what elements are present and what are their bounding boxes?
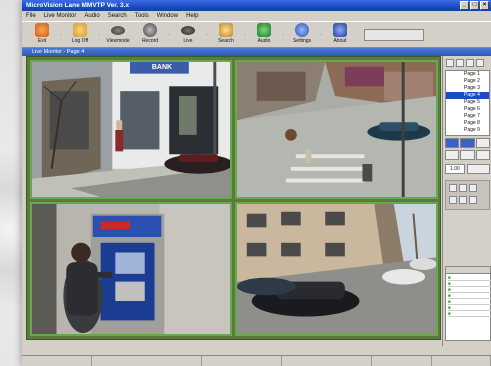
menu-window[interactable]: Window	[157, 11, 178, 21]
camera-view-3[interactable]	[30, 202, 232, 336]
user-icon	[73, 23, 87, 37]
camera-select-button[interactable]	[445, 150, 460, 160]
event-list-header	[446, 267, 490, 274]
ptz-left-button[interactable]	[449, 196, 457, 204]
ptz-right-button[interactable]	[469, 196, 477, 204]
exit-button[interactable]: Exit	[26, 22, 58, 47]
status-cell	[432, 356, 491, 366]
menu-bar: File Live Monitor Audio Search Tools Win…	[22, 11, 491, 21]
minimize-button[interactable]: _	[460, 1, 469, 10]
menu-audio[interactable]: Audio	[84, 11, 99, 21]
camera-select-button[interactable]	[460, 138, 475, 148]
camera-label: BANK	[151, 64, 173, 71]
page-item[interactable]: Page 3	[446, 85, 489, 92]
settings-label: Settings	[292, 38, 312, 44]
menu-help[interactable]: Help	[186, 11, 198, 21]
status-cell	[22, 356, 92, 366]
power-icon	[35, 23, 49, 37]
page-item[interactable]: Page 5	[446, 99, 489, 106]
event-list[interactable]: ■ ■ ■ ■ ■ ■ ■	[445, 266, 491, 341]
application-window: MicroVision Lane MMVTP Ver. 3.x _ □ × Fi…	[22, 0, 491, 366]
camera-view-1[interactable]: BANK	[30, 60, 232, 199]
record-button[interactable]: Record	[134, 22, 166, 47]
maximize-button[interactable]: □	[470, 1, 479, 10]
page-item[interactable]: Page 9	[446, 127, 489, 134]
logoff-button[interactable]: Log Off	[64, 22, 96, 47]
audio-button[interactable]: Audio	[248, 22, 280, 47]
search-label: Search	[218, 38, 234, 44]
ptz-control-panel	[445, 180, 490, 210]
search-button[interactable]: Search	[210, 22, 242, 47]
audio-label: Audio	[257, 38, 271, 44]
camera-3-image	[32, 204, 230, 334]
live-label: Live	[183, 38, 193, 44]
title-bar: MicroVision Lane MMVTP Ver. 3.x _ □ ×	[22, 0, 491, 11]
layout-1x1-button[interactable]	[446, 59, 454, 67]
info-icon	[333, 23, 347, 37]
record-label: Record	[141, 38, 159, 44]
status-bar	[22, 355, 491, 366]
camera-select-button[interactable]	[475, 138, 490, 148]
window-title: MicroVision Lane MMVTP Ver. 3.x	[26, 2, 130, 9]
layout-2x2-button[interactable]	[456, 59, 464, 67]
exit-label: Exit	[37, 38, 47, 44]
camera-select-button[interactable]	[460, 150, 475, 160]
ptz-home-button[interactable]	[459, 196, 467, 204]
about-button[interactable]: About	[324, 22, 356, 47]
page-item[interactable]: Page 2	[446, 78, 489, 85]
camera-select[interactable]	[364, 28, 424, 41]
record-icon	[143, 23, 157, 37]
menu-file[interactable]: File	[26, 11, 36, 21]
menu-tools[interactable]: Tools	[135, 11, 149, 21]
audio-icon	[257, 23, 271, 37]
camera-view-4[interactable]	[235, 202, 438, 336]
live-button[interactable]: Live	[172, 22, 204, 47]
camera-select-button[interactable]	[475, 150, 490, 160]
settings-button[interactable]: Settings	[286, 22, 318, 47]
toolbar: Exit · Log Off · Viewmode Record · Live …	[22, 21, 491, 48]
about-label: About	[333, 38, 347, 44]
page-item[interactable]: Page 8	[446, 120, 489, 127]
status-cell	[372, 356, 432, 366]
ptz-up-button[interactable]	[459, 184, 467, 192]
event-rows: ■ ■ ■ ■ ■ ■ ■	[448, 275, 491, 317]
zoom-apply-button[interactable]	[467, 164, 490, 174]
status-cell	[92, 356, 202, 366]
page-item[interactable]: Page 7	[446, 113, 489, 120]
subwindow-title: Live Monitor - Page 4	[22, 48, 491, 56]
page-item[interactable]: Page 6	[446, 106, 489, 113]
page-panel: Page 1 Page 2 Page 3 Page 4 Page 5 Page …	[442, 56, 491, 346]
viewmode-button[interactable]: Viewmode	[102, 22, 134, 47]
ptz-up-left-button[interactable]	[449, 184, 457, 192]
close-button[interactable]: ×	[480, 1, 489, 10]
camera-2-image	[237, 62, 436, 197]
page-list: Page 1 Page 2 Page 3 Page 4 Page 5 Page …	[445, 70, 490, 136]
status-cell	[282, 356, 372, 366]
layout-4x4-button[interactable]	[476, 59, 484, 67]
menu-search[interactable]: Search	[108, 11, 127, 21]
camera-button-row	[445, 150, 490, 160]
status-cell	[202, 356, 282, 366]
menu-live-monitor[interactable]: Live Monitor	[44, 11, 77, 21]
table-row[interactable]: ■	[448, 311, 491, 317]
search-icon	[219, 23, 233, 37]
camera-button-row	[445, 138, 490, 148]
camera-view-2[interactable]	[235, 60, 438, 199]
zoom-field[interactable]: 1.00	[445, 164, 465, 174]
logoff-label: Log Off	[71, 38, 89, 44]
camera-select-button[interactable]	[445, 138, 460, 148]
viewmode-label: Viewmode	[106, 38, 130, 44]
camera-icon	[181, 26, 195, 35]
camera-icon	[111, 26, 125, 35]
layout-3x3-button[interactable]	[466, 59, 474, 67]
camera-1-image	[32, 62, 230, 197]
video-grid: BANK	[26, 56, 441, 340]
page-item[interactable]: Page 1	[446, 71, 489, 78]
page-item-selected[interactable]: Page 4	[446, 92, 489, 99]
camera-4-image	[237, 204, 436, 334]
ptz-up-right-button[interactable]	[469, 184, 477, 192]
gear-icon	[295, 23, 309, 37]
